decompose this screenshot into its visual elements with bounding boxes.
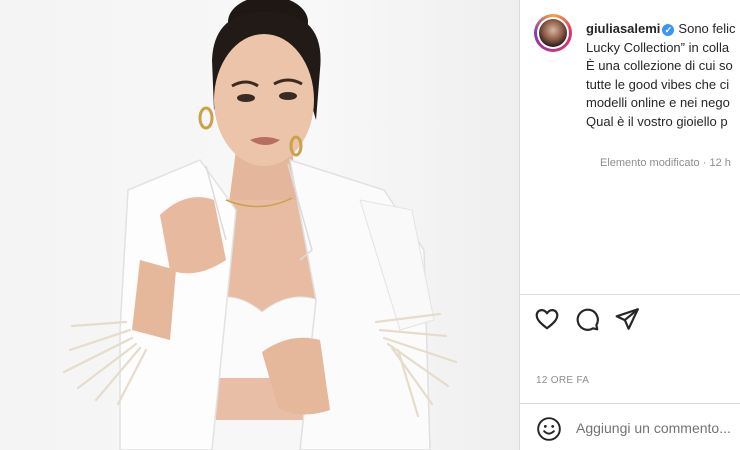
edited-time[interactable]: 12 h: [709, 157, 730, 169]
comment-input[interactable]: [576, 418, 740, 438]
caption-line-1: giuliasalemi ✓ Sono felic: [586, 20, 740, 39]
post-photo[interactable]: [0, 0, 519, 450]
like-button[interactable]: [534, 306, 562, 334]
share-button[interactable]: [614, 306, 642, 334]
edited-meta: Elemento modificato · 12 h: [600, 157, 731, 169]
post-side-panel: giuliasalemi ✓ Sono felic Lucky Collection…: [520, 0, 740, 450]
post-time-ago[interactable]: 12 ORE FA: [536, 375, 589, 386]
avatar[interactable]: [534, 14, 572, 52]
caption-text: giuliasalemi ✓ Sono felic Lucky Collection…: [586, 20, 740, 131]
caption-line-4: tutte le good vibes che ci: [586, 76, 730, 92]
heart-icon: [535, 309, 559, 330]
caption-line-5: modelli online e nei nego: [586, 95, 730, 110]
caption-line-2: Lucky Collection” in colla: [586, 39, 730, 55]
actions-top-divider: [520, 294, 740, 295]
comment-bar: [520, 404, 740, 450]
emoji-button[interactable]: [536, 416, 562, 442]
caption-line-1-text: Sono felic: [678, 21, 736, 36]
username-link[interactable]: giuliasalemi: [586, 21, 660, 36]
emoji-icon: [537, 417, 561, 441]
comment-icon: [576, 308, 599, 331]
caption-line-3: È una collezione di cui so: [586, 58, 733, 73]
verified-badge-icon: ✓: [662, 24, 675, 36]
edited-label: Elemento modificato: [600, 157, 700, 169]
post-photo-illustration: [62, 0, 458, 450]
caption-line-6: Qual è il vostro gioiello p: [586, 113, 728, 129]
comment-button[interactable]: [574, 306, 602, 334]
share-icon: [615, 308, 639, 330]
avatar-image: [539, 19, 567, 47]
